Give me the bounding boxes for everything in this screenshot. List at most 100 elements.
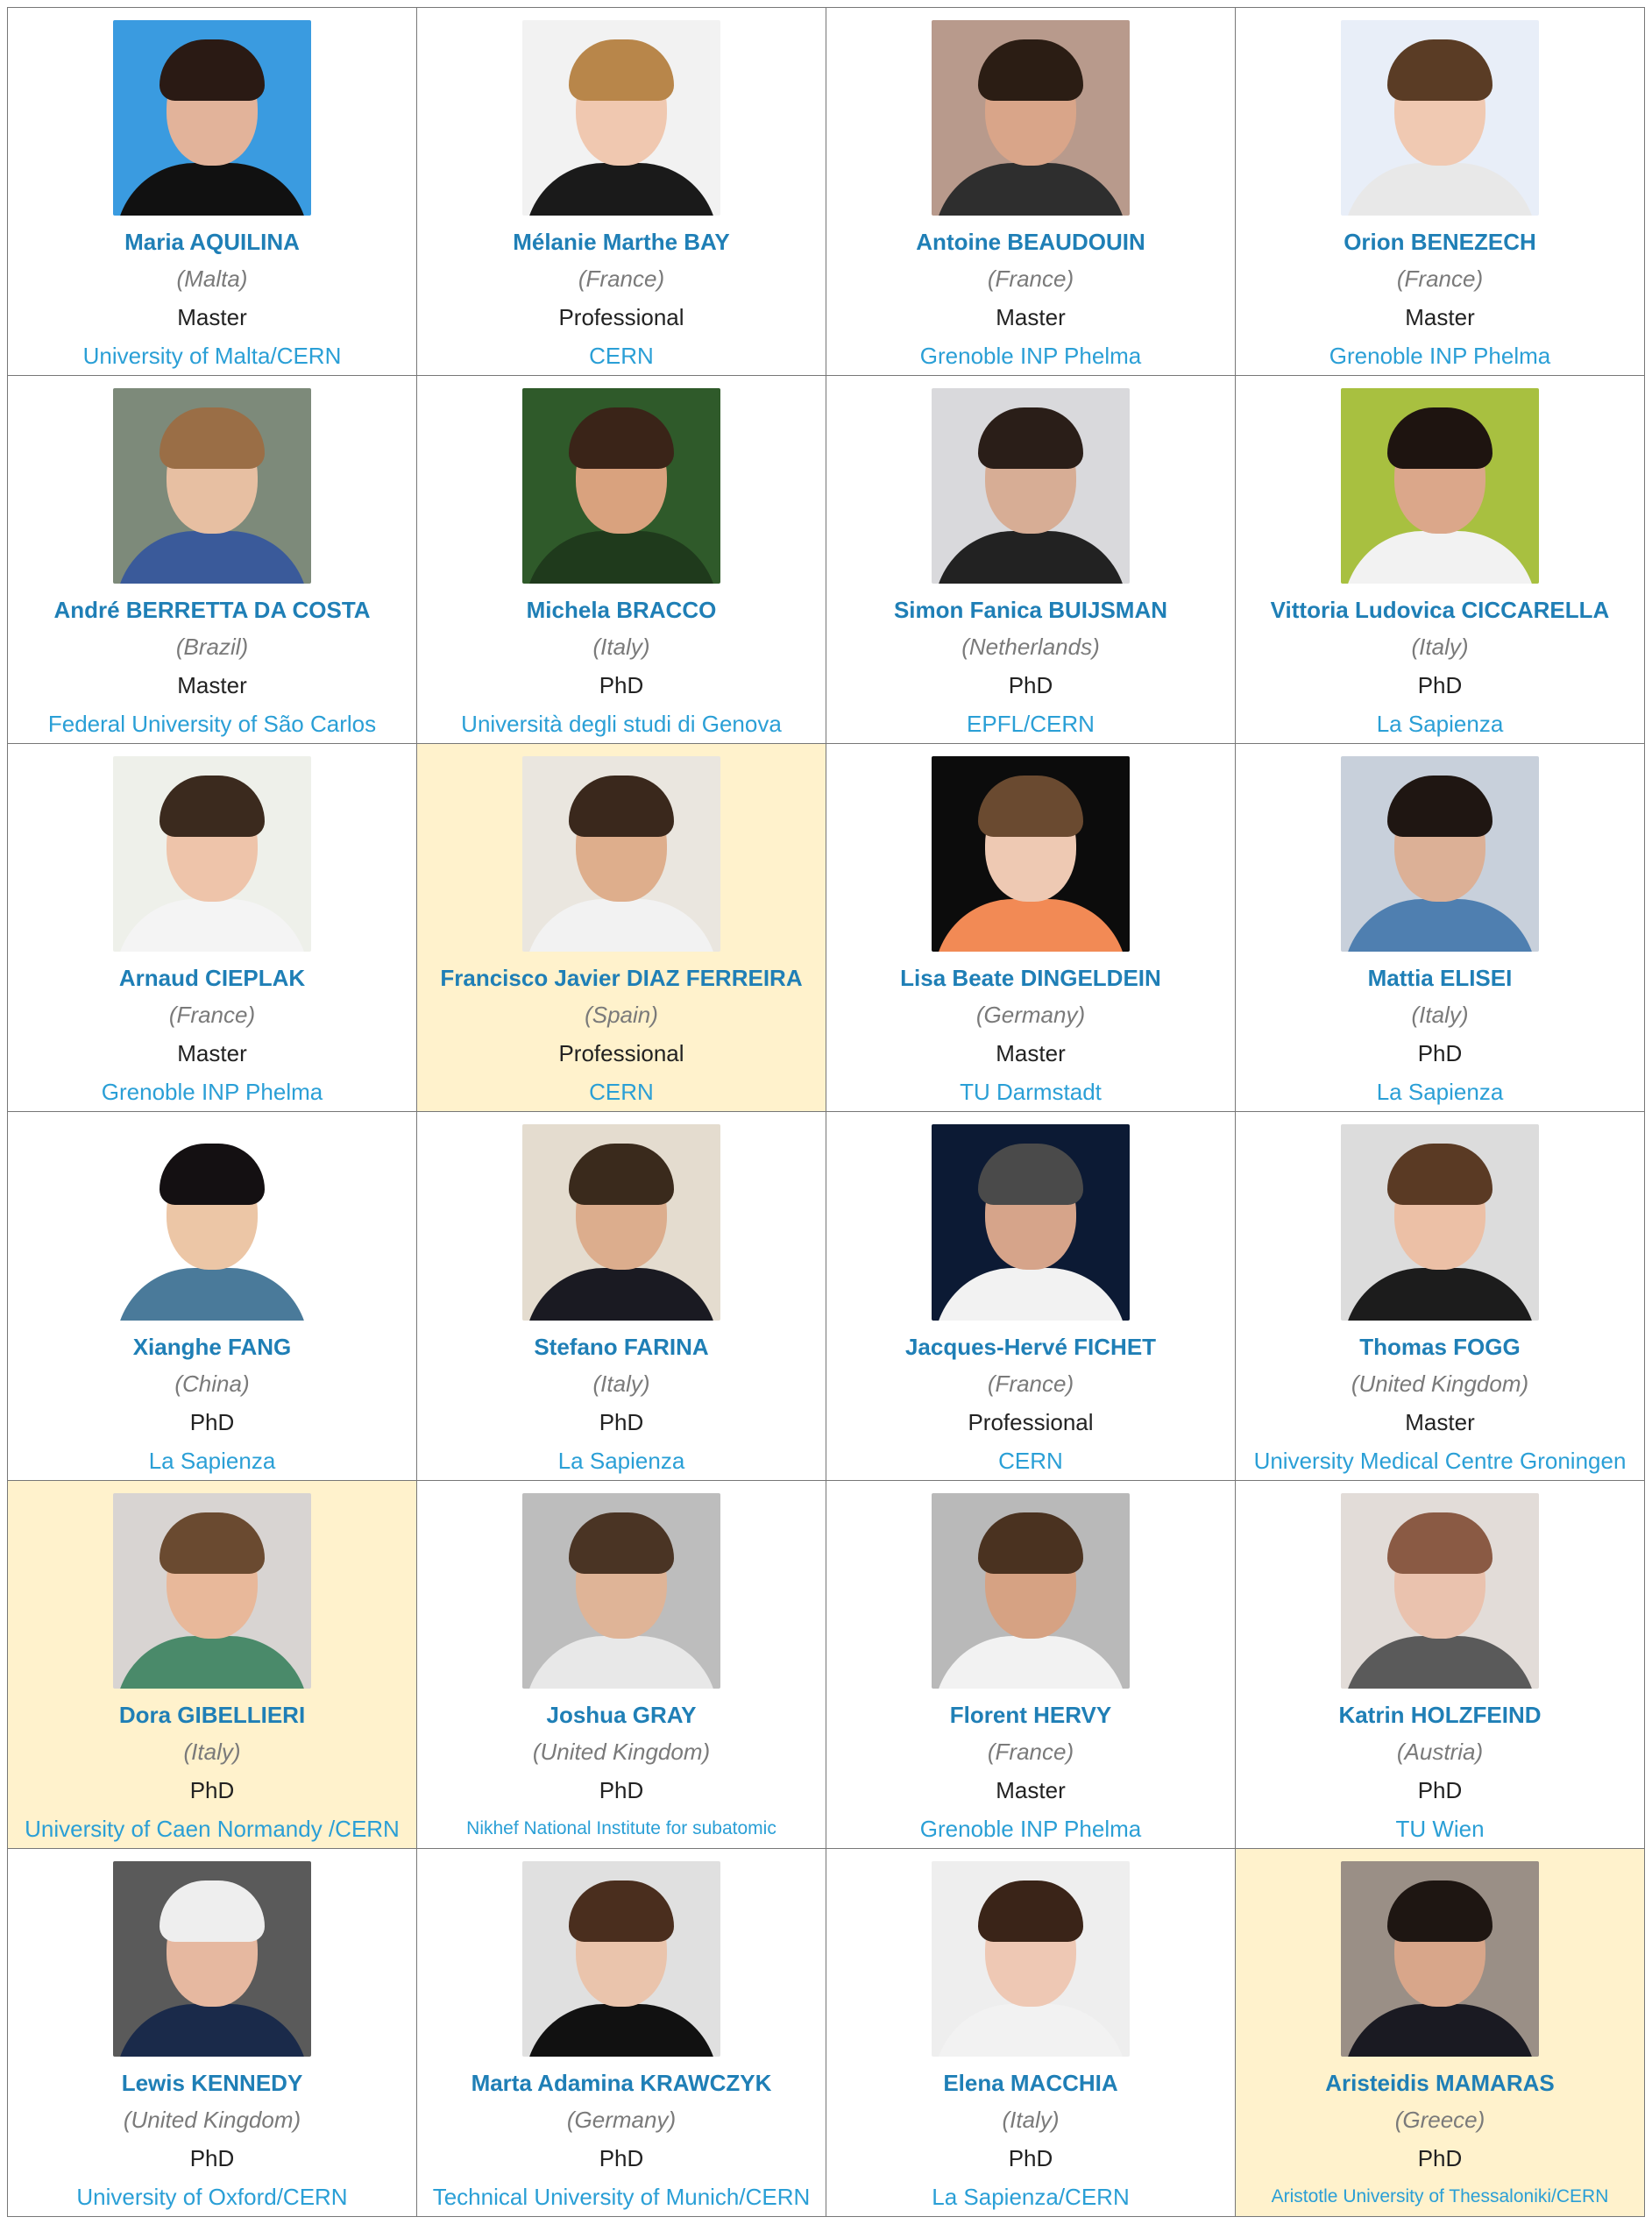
photo-hair-shape xyxy=(569,407,674,470)
person-country: (Greece) xyxy=(1394,2106,1485,2133)
person-institution: Grenoble INP Phelma xyxy=(919,343,1142,370)
person-card: Thomas FOGG (United Kingdom) Master Univ… xyxy=(1236,1112,1645,1481)
person-country: (Italy) xyxy=(1411,634,1469,661)
person-country: (Germany) xyxy=(975,1002,1086,1029)
person-card: Mélanie Marthe BAY (France) Professional… xyxy=(417,8,826,377)
person-photo xyxy=(932,20,1130,216)
person-country: (Malta) xyxy=(176,266,248,293)
photo-hair-shape xyxy=(160,1512,265,1574)
photo-hair-shape xyxy=(160,776,265,838)
photo-hair-shape xyxy=(1387,39,1492,101)
photo-body-shape xyxy=(116,899,308,953)
photo-hair-shape xyxy=(160,1144,265,1206)
photo-body-shape xyxy=(1344,2003,1536,2057)
person-institution: La Sapienza xyxy=(557,1447,685,1474)
person-institution: Grenoble INP Phelma xyxy=(919,1815,1142,1842)
photo-hair-shape xyxy=(569,1512,674,1574)
photo-hair-shape xyxy=(1387,1144,1492,1206)
person-institution: La Sapienza xyxy=(1376,1079,1504,1106)
person-card: Joshua GRAY (United Kingdom) PhD Nikhef … xyxy=(417,1480,826,1849)
person-level: PhD xyxy=(189,1408,235,1435)
person-name: Antoine BEAUDOUIN xyxy=(916,229,1145,256)
person-institution: La Sapienza xyxy=(1376,711,1504,738)
person-country: (United Kingdom) xyxy=(123,2106,301,2133)
person-photo xyxy=(1341,20,1539,216)
person-country: (United Kingdom) xyxy=(532,1738,711,1765)
person-institution: CERN xyxy=(589,343,654,370)
person-name: Florent HERVY xyxy=(949,1701,1112,1728)
person-level: PhD xyxy=(599,672,644,699)
person-card: Orion BENEZECH (France) Master Grenoble … xyxy=(1236,8,1645,377)
person-institution: Grenoble INP Phelma xyxy=(101,1079,323,1106)
person-card: Michela BRACCO (Italy) PhD Università de… xyxy=(417,376,826,745)
person-photo xyxy=(1341,756,1539,953)
person-level: Professional xyxy=(968,1408,1094,1435)
person-level: PhD xyxy=(1417,1040,1463,1067)
person-photo xyxy=(113,1492,311,1689)
photo-body-shape xyxy=(1344,163,1536,216)
person-level: Master xyxy=(1405,304,1475,331)
person-name: Marta Adamina KRAWCZYK xyxy=(471,2069,772,2096)
photo-hair-shape xyxy=(978,776,1083,838)
person-photo xyxy=(932,1860,1130,2057)
person-name: Dora GIBELLIERI xyxy=(118,1701,306,1728)
person-level: Master xyxy=(1405,1408,1475,1435)
person-level: PhD xyxy=(189,1776,235,1803)
person-card: Aristeidis MAMARAS (Greece) PhD Aristotl… xyxy=(1236,1848,1645,2217)
person-institution: University of Caen Normandy /CERN xyxy=(25,1815,400,1842)
photo-body-shape xyxy=(525,531,718,584)
photo-body-shape xyxy=(934,1635,1127,1689)
person-level: Master xyxy=(177,1040,247,1067)
person-institution: University of Oxford/CERN xyxy=(76,2183,348,2210)
person-institution: Nikhef National Institute for subatomic xyxy=(466,1817,776,1838)
person-card: Simon Fanica BUIJSMAN (Netherlands) PhD … xyxy=(826,376,1236,745)
person-level: Master xyxy=(996,1776,1066,1803)
person-card: Stefano FARINA (Italy) PhD La Sapienza xyxy=(417,1112,826,1481)
photo-hair-shape xyxy=(569,39,674,101)
photo-body-shape xyxy=(116,1267,308,1321)
person-card: Jacques-Hervé FICHET (France) Profession… xyxy=(826,1112,1236,1481)
person-country: (Italy) xyxy=(1411,1002,1469,1029)
person-institution: TU Darmstadt xyxy=(960,1079,1102,1106)
person-card: Maria AQUILINA (Malta) Master University… xyxy=(8,8,417,377)
person-name: Lisa Beate DINGELDEIN xyxy=(900,965,1161,992)
person-level: Master xyxy=(177,672,247,699)
person-level: Professional xyxy=(558,1040,684,1067)
person-photo xyxy=(1341,388,1539,584)
photo-body-shape xyxy=(525,2003,718,2057)
person-card: Mattia ELISEI (Italy) PhD La Sapienza xyxy=(1236,744,1645,1113)
photo-hair-shape xyxy=(1387,1512,1492,1574)
person-country: (United Kingdom) xyxy=(1351,1370,1529,1397)
person-card: Arnaud CIEPLAK (France) Master Grenoble … xyxy=(8,744,417,1113)
person-level: Professional xyxy=(558,304,684,331)
person-card: Marta Adamina KRAWCZYK (Germany) PhD Tec… xyxy=(417,1848,826,2217)
person-country: (France) xyxy=(987,266,1074,293)
photo-hair-shape xyxy=(160,1880,265,1942)
photo-hair-shape xyxy=(978,1512,1083,1574)
person-level: PhD xyxy=(1008,2144,1053,2171)
photo-body-shape xyxy=(934,1267,1127,1321)
person-name: Thomas FOGG xyxy=(1359,1333,1521,1360)
person-institution: La Sapienza/CERN xyxy=(932,2183,1130,2210)
person-country: (Italy) xyxy=(592,1370,650,1397)
photo-body-shape xyxy=(1344,1635,1536,1689)
person-photo xyxy=(932,388,1130,584)
person-institution: CERN xyxy=(998,1447,1063,1474)
person-institution: La Sapienza xyxy=(148,1447,276,1474)
person-name: Vittoria Ludovica CICCARELLA xyxy=(1270,597,1610,624)
photo-hair-shape xyxy=(569,776,674,838)
person-institution: Università degli studi di Genova xyxy=(461,711,782,738)
person-photo xyxy=(1341,1492,1539,1689)
person-name: Orion BENEZECH xyxy=(1344,229,1536,256)
person-name: Michela BRACCO xyxy=(526,597,717,624)
person-photo xyxy=(522,1860,720,2057)
photo-body-shape xyxy=(934,899,1127,953)
photo-body-shape xyxy=(525,1635,718,1689)
photo-body-shape xyxy=(934,2003,1127,2057)
person-level: PhD xyxy=(189,2144,235,2171)
person-name: Mélanie Marthe BAY xyxy=(513,229,730,256)
person-name: Xianghe FANG xyxy=(132,1333,292,1360)
person-card: André BERRETTA DA COSTA (Brazil) Master … xyxy=(8,376,417,745)
person-card: Antoine BEAUDOUIN (France) Master Grenob… xyxy=(826,8,1236,377)
person-photo xyxy=(113,388,311,584)
